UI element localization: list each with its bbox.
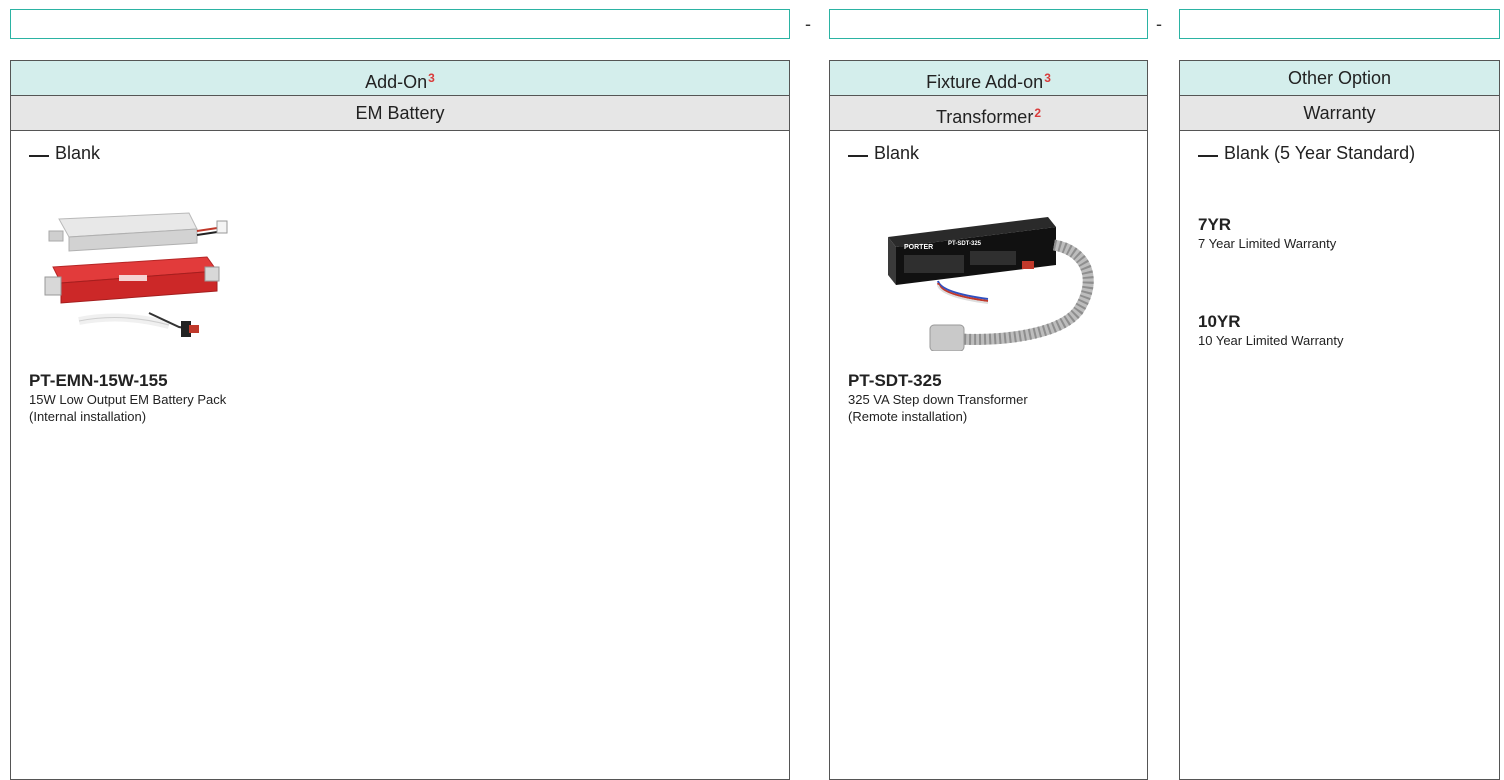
fixture-addon-header: Fixture Add-on3 bbox=[830, 61, 1147, 96]
em-battery-product[interactable]: PT-EMN-15W-155 15W Low Output EM Battery… bbox=[29, 371, 226, 425]
addon-header: Add-On3 bbox=[11, 61, 789, 96]
fixture-addon-column: Fixture Add-on3 Transformer2 Blank PORTE… bbox=[829, 60, 1148, 780]
product-code: PT-EMN-15W-155 bbox=[29, 371, 168, 390]
other-option-header: Other Option bbox=[1180, 61, 1499, 96]
addon-header-label: Add-On bbox=[365, 72, 428, 92]
footnote-marker: 2 bbox=[1034, 106, 1042, 120]
blank-underline bbox=[29, 155, 49, 157]
product-installation: (Internal installation) bbox=[29, 409, 147, 424]
em-battery-subheader: EM Battery bbox=[11, 96, 789, 131]
option-input-2[interactable] bbox=[829, 9, 1148, 39]
blank-underline bbox=[1198, 155, 1218, 157]
warranty-option-10yr[interactable]: 10YR 10 Year Limited Warranty bbox=[1198, 312, 1343, 349]
blank-option[interactable]: Blank (5 Year Standard) bbox=[1198, 143, 1415, 164]
transformer-label: Transformer bbox=[935, 107, 1034, 127]
footnote-marker: 3 bbox=[1044, 71, 1051, 85]
product-installation: (Remote installation) bbox=[848, 409, 968, 424]
brand-text: PORTER bbox=[904, 244, 933, 251]
warranty-code: 7YR bbox=[1198, 215, 1232, 234]
product-description: 325 VA Step down Transformer bbox=[848, 392, 1028, 407]
blank-label: Blank bbox=[55, 143, 101, 163]
separator-dash-1: - bbox=[805, 14, 811, 34]
warranty-subheader: Warranty bbox=[1180, 96, 1499, 131]
blank-underline bbox=[848, 155, 868, 157]
product-code: PT-SDT-325 bbox=[848, 371, 942, 390]
warranty-label: Warranty bbox=[1303, 103, 1376, 123]
warranty-description: 10 Year Limited Warranty bbox=[1198, 333, 1344, 348]
em-battery-label: EM Battery bbox=[355, 103, 445, 123]
model-text: PT-SDT-325 bbox=[948, 241, 982, 247]
addon-column: Add-On3 EM Battery Blank PT-EMN-15W-155 … bbox=[10, 60, 790, 780]
blank-label: Blank bbox=[874, 143, 920, 163]
warranty-description: 7 Year Limited Warranty bbox=[1198, 236, 1337, 251]
fixture-addon-header-label: Fixture Add-on bbox=[926, 72, 1044, 92]
other-option-column: Other Option Warranty Blank (5 Year Stan… bbox=[1179, 60, 1500, 780]
option-input-3[interactable] bbox=[1179, 9, 1500, 39]
warranty-option-7yr[interactable]: 7YR 7 Year Limited Warranty bbox=[1198, 215, 1336, 252]
blank-label: Blank (5 Year Standard) bbox=[1224, 143, 1416, 163]
transformer-subheader: Transformer2 bbox=[830, 96, 1147, 131]
footnote-marker: 3 bbox=[428, 71, 435, 85]
warranty-code: 10YR bbox=[1198, 312, 1241, 331]
option-input-1[interactable] bbox=[10, 9, 790, 39]
separator-dash-2: - bbox=[1156, 14, 1162, 34]
em-battery-image bbox=[44, 212, 228, 337]
blank-option[interactable]: Blank bbox=[848, 143, 919, 164]
other-option-header-label: Other Option bbox=[1287, 68, 1392, 88]
product-description: 15W Low Output EM Battery Pack bbox=[29, 392, 227, 407]
transformer-image: PORTER PT-SDT-325 bbox=[888, 217, 1094, 351]
transformer-product[interactable]: PT-SDT-325 325 VA Step down Transformer … bbox=[848, 371, 1028, 425]
blank-option[interactable]: Blank bbox=[29, 143, 100, 164]
